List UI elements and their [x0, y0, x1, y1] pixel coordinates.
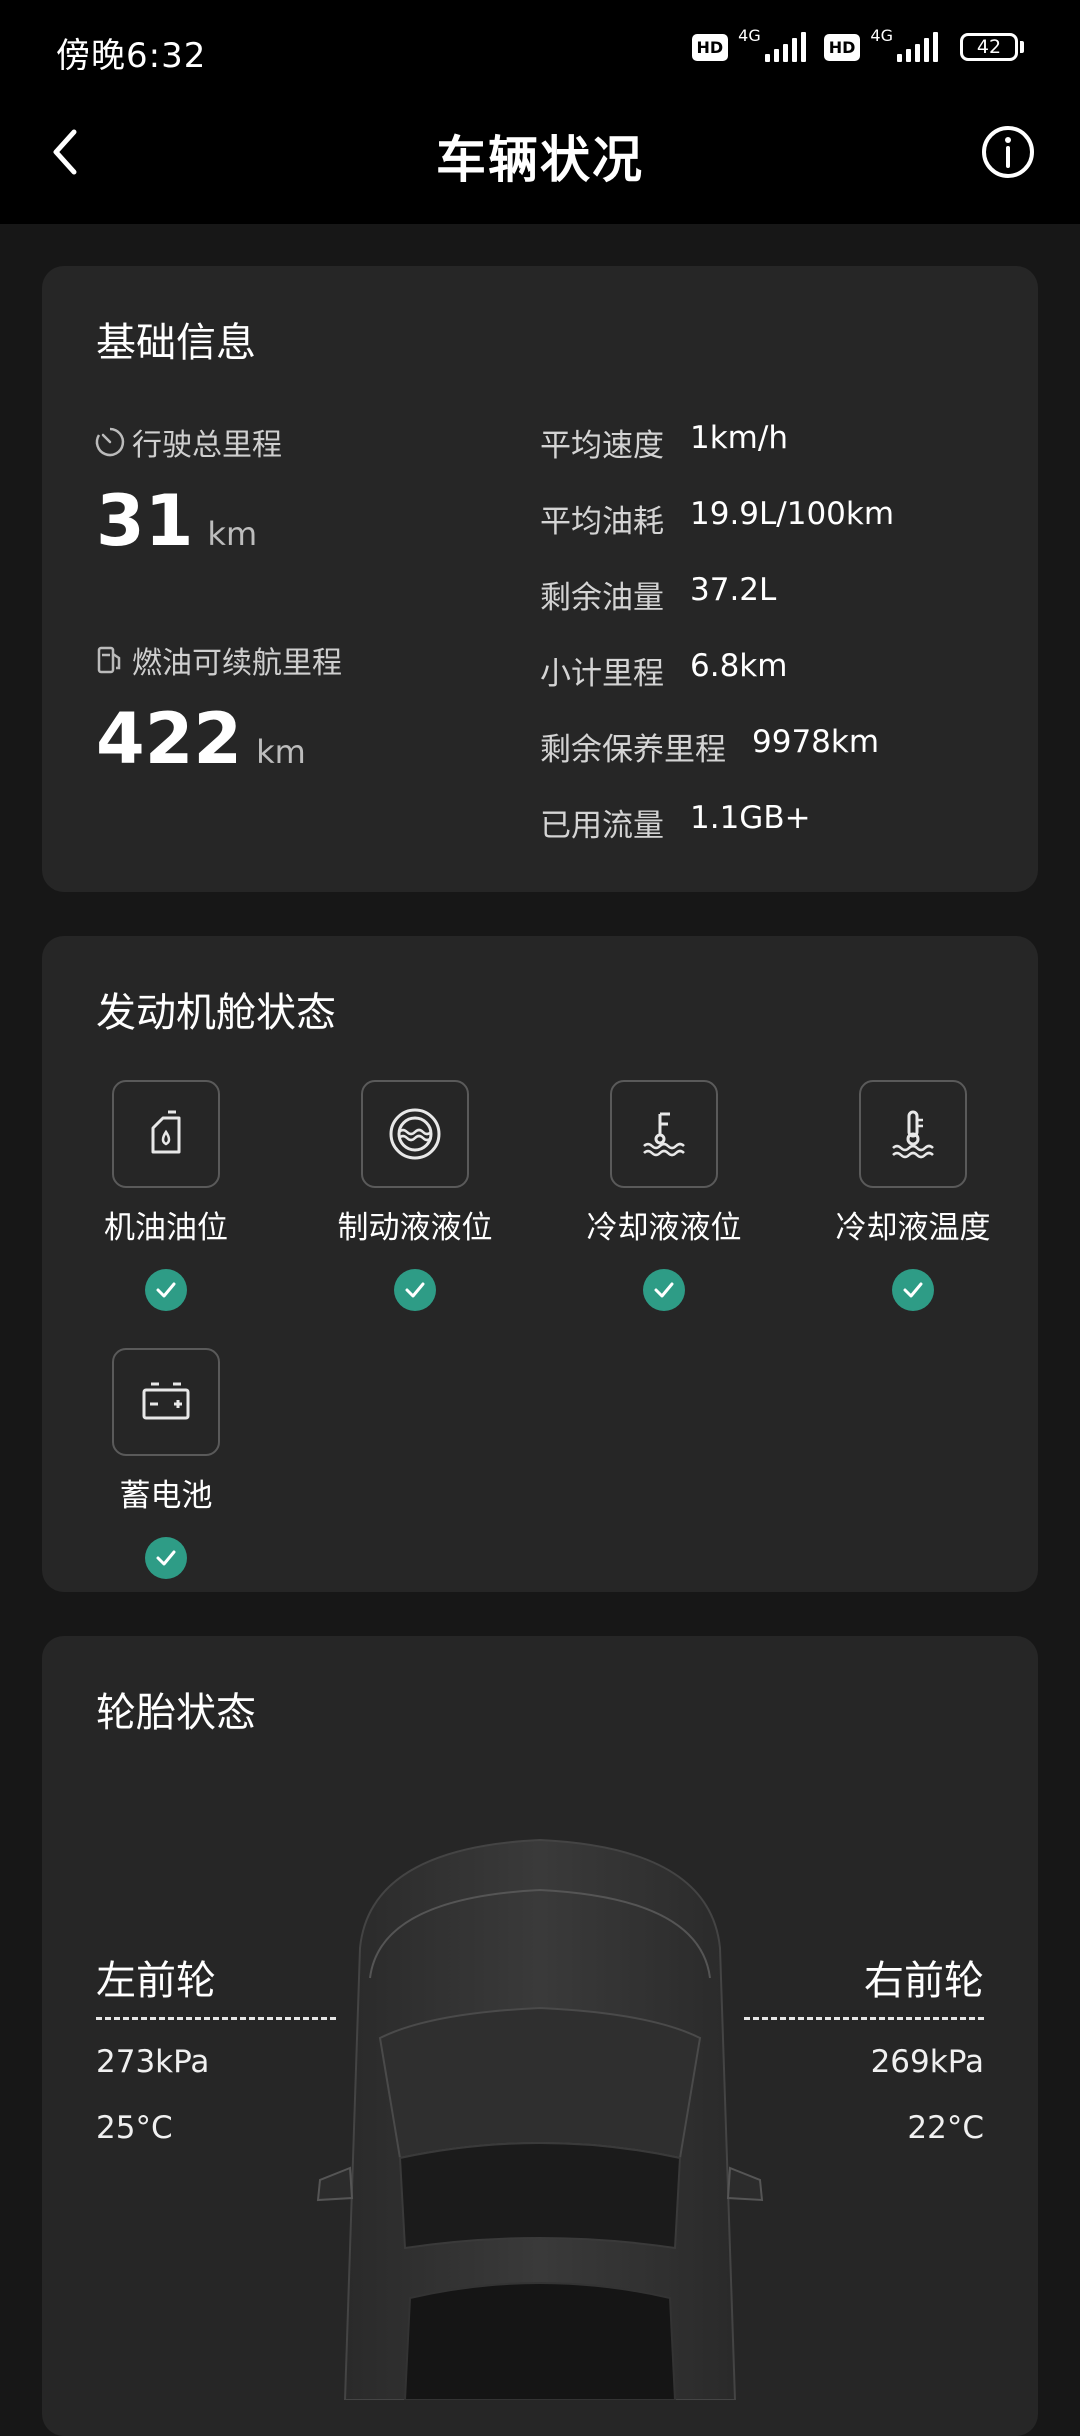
stat-row: 已用流量 1.1GB+ — [540, 800, 811, 845]
stat-row: 剩余保养里程 9978km — [540, 724, 879, 769]
engine-item-label: 冷却液温度 — [835, 1210, 991, 1246]
engine-item-coolant-level[interactable]: 冷却液液位 — [564, 1080, 764, 1311]
engine-status-title: 发动机舱状态 — [96, 990, 336, 1036]
stat-value: 1km/h — [690, 420, 788, 456]
coolant-temp-icon — [859, 1080, 967, 1188]
tire-status-title: 轮胎状态 — [96, 1690, 256, 1736]
coolant-level-icon — [610, 1080, 718, 1188]
front-right-tire-label: 右前轮 — [864, 1958, 984, 2004]
mileage-label-row: 行驶总里程 — [94, 420, 282, 464]
status-icons: HD 4G HD 4G 42 — [691, 26, 1024, 62]
front-left-leader-line — [96, 2017, 336, 2020]
front-right-temp: 22°C — [907, 2110, 984, 2146]
front-left-tire-label: 左前轮 — [96, 1958, 216, 2004]
stat-label: 平均速度 — [540, 428, 664, 464]
signal-icon-2 — [897, 32, 938, 62]
stat-label: 剩余保养里程 — [540, 732, 726, 768]
stat-label: 平均油耗 — [540, 504, 664, 540]
front-right-leader-line — [744, 2017, 984, 2020]
mileage-value-row: 31 km — [96, 480, 257, 562]
range-value: 422 — [96, 698, 243, 780]
stat-value: 1.1GB+ — [690, 800, 811, 836]
car-top-view-image — [316, 1838, 764, 2400]
check-icon — [394, 1269, 436, 1311]
mileage-label: 行驶总里程 — [132, 428, 282, 463]
engine-item-label: 机油油位 — [104, 1210, 228, 1246]
status-time: 傍晚6:32 — [56, 36, 207, 76]
range-value-row: 422 km — [96, 698, 306, 780]
network-type-2: 4G — [870, 25, 893, 45]
hd-badge: HD — [691, 33, 729, 61]
basic-info-title: 基础信息 — [96, 320, 256, 366]
signal-icon — [764, 32, 806, 62]
check-icon — [892, 1269, 934, 1311]
page-title: 车辆状况 — [436, 131, 644, 189]
engine-item-label: 蓄电池 — [119, 1478, 213, 1514]
stat-label: 小计里程 — [540, 656, 664, 692]
check-icon — [145, 1537, 187, 1579]
oil-can-icon — [112, 1080, 220, 1188]
range-label-row: 燃油可续航里程 — [94, 638, 342, 682]
stat-value: 6.8km — [690, 648, 788, 684]
check-icon — [643, 1269, 685, 1311]
engine-item-battery[interactable]: 蓄电池 — [66, 1348, 266, 1579]
battery-icon — [112, 1348, 220, 1456]
engine-item-coolant-temp[interactable]: 冷却液温度 — [813, 1080, 1013, 1311]
stat-value: 9978km — [752, 724, 880, 760]
info-button[interactable] — [980, 124, 1036, 180]
range-label: 燃油可续航里程 — [132, 646, 342, 681]
stat-row: 剩余油量 37.2L — [540, 572, 776, 617]
brake-fluid-icon — [361, 1080, 469, 1188]
battery-icon: 42 — [960, 33, 1024, 61]
battery-level: 42 — [960, 33, 1018, 61]
front-right-pressure: 269kPa — [870, 2044, 984, 2080]
mileage-value: 31 — [96, 480, 194, 562]
front-left-temp: 25°C — [96, 2110, 173, 2146]
engine-item-label: 冷却液液位 — [586, 1210, 742, 1246]
stat-label: 已用流量 — [540, 808, 664, 844]
fuel-pump-icon — [97, 646, 121, 674]
check-icon — [145, 1269, 187, 1311]
engine-item-brake-fluid[interactable]: 制动液液位 — [315, 1080, 515, 1311]
stat-row: 平均速度 1km/h — [540, 420, 788, 465]
network-type: 4G — [738, 25, 761, 45]
range-unit: km — [256, 733, 306, 771]
hd-badge-2: HD — [823, 33, 861, 61]
stat-row: 小计里程 6.8km — [540, 648, 787, 693]
mileage-unit: km — [207, 515, 258, 553]
stat-row: 平均油耗 19.9L/100km — [540, 496, 894, 541]
odometer-icon — [95, 427, 125, 457]
info-icon — [982, 126, 1034, 178]
stat-value: 37.2L — [690, 572, 777, 608]
stat-label: 剩余油量 — [540, 580, 664, 616]
stat-value: 19.9L/100km — [690, 496, 895, 532]
engine-item-label: 制动液液位 — [337, 1210, 493, 1246]
front-left-pressure: 273kPa — [96, 2044, 210, 2080]
engine-item-oil[interactable]: 机油油位 — [66, 1080, 266, 1311]
